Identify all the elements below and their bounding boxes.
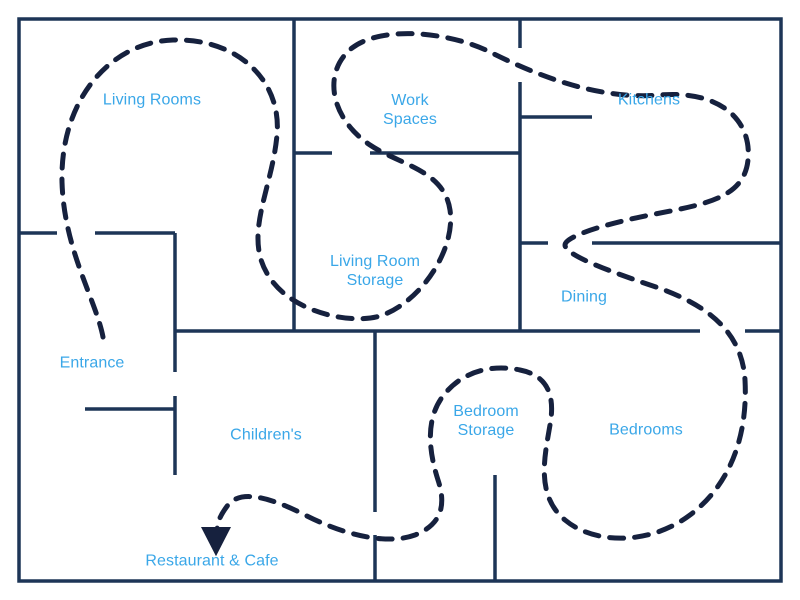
walls-group <box>17 17 783 583</box>
route-arrowhead-icon <box>201 527 231 557</box>
outer-wall <box>17 17 783 583</box>
floor-plan-diagram: Living Rooms Work Spaces Kitchens Living Ro… <box>0 0 800 600</box>
floor-plan-canvas <box>17 17 783 583</box>
visitor-route-group <box>59 31 751 557</box>
route-path <box>59 31 751 542</box>
